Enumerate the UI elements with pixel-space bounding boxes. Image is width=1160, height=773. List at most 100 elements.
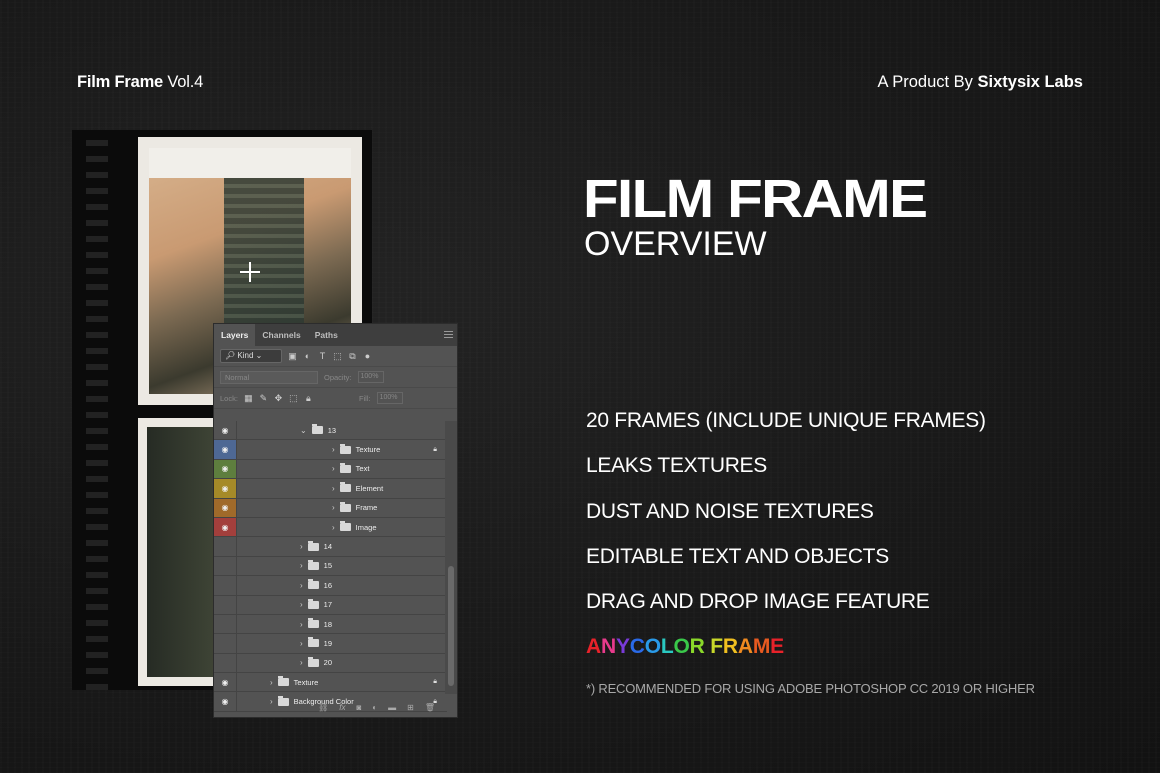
folder-icon [307,540,319,551]
visibility-toggle[interactable] [214,653,237,673]
folder-icon [339,482,351,493]
lock-all-icon[interactable]: 🔒︎ [304,393,313,403]
layer-row[interactable]: ◉ › Image [214,517,447,538]
chevron-down-icon[interactable]: ⌄ [300,426,307,435]
anycolor-letter: A [586,635,601,658]
folder-icon [339,462,351,473]
panel-menu-icon[interactable] [444,331,453,338]
new-layer-icon[interactable]: ⊞ [407,703,414,712]
opacity-field[interactable]: 100% [357,371,384,383]
chevron-right-icon[interactable]: › [270,678,273,687]
filter-row: 🔎︎ Kind ⌄ ▣ ◐ T ⬚ ⧉ ● [214,346,457,367]
smart-object-filter-icon[interactable]: ⧉ [348,351,357,361]
chevron-right-icon[interactable]: › [300,542,303,551]
chevron-right-icon[interactable]: › [300,600,303,609]
fill-field[interactable]: 100% [376,392,403,404]
image-filter-icon[interactable]: ▣ [288,351,297,361]
layer-row[interactable]: › 17 [214,595,447,615]
lock-transparent-icon[interactable]: ▦ [244,393,253,403]
layer-row[interactable]: ◉ › Texture 🔒︎ [214,673,447,693]
visibility-toggle[interactable] [214,614,237,634]
layer-group: › 20 [300,656,332,667]
eye-icon[interactable]: ◉ [214,459,237,479]
chevron-right-icon[interactable]: › [300,658,303,667]
scrollbar[interactable] [445,421,457,694]
eye-icon[interactable]: ◉ [214,440,237,459]
chevron-right-icon[interactable]: › [332,503,335,512]
anycolor-letter: F [710,635,723,658]
layer-name: 17 [323,600,333,610]
fill-label: Fill: [358,393,371,403]
layer-row[interactable]: › 14 [214,537,447,557]
eye-icon[interactable]: ◉ [214,498,237,517]
crosshair-cursor-icon [240,262,260,282]
anycolor-letter: R [722,635,738,658]
visibility-toggle[interactable] [214,634,237,653]
eye-icon[interactable]: ◉ [214,421,237,440]
layer-row[interactable]: ◉ › Texture 🔒︎ [214,440,447,460]
layer-row[interactable]: › 20 [214,653,447,674]
visibility-toggle[interactable] [214,576,237,595]
panel-tabs: Layers Channels Paths [214,324,457,346]
filter-toggle-icon[interactable]: ● [363,351,372,361]
adjustment-layer-icon[interactable]: ◐ [372,703,377,712]
eye-icon[interactable]: ◉ [214,517,237,537]
layer-row[interactable]: ◉ › Element [214,479,447,499]
anycolor-letter: L [660,635,674,658]
visibility-toggle[interactable] [214,556,237,576]
layer-name: Frame [355,503,378,513]
chevron-right-icon[interactable]: › [332,523,335,532]
anycolor-letter: N [600,635,616,658]
layer-group: › Image [332,521,377,532]
fx-icon[interactable]: fx [339,703,345,712]
tab-channels[interactable]: Channels [255,324,307,346]
layer-row[interactable]: › 15 [214,556,447,577]
chevron-right-icon[interactable]: › [300,581,303,590]
anycolor-letter: O [644,635,661,658]
lock-image-icon[interactable]: ✎ [259,393,268,403]
visibility-toggle[interactable] [214,537,237,556]
new-group-icon[interactable]: ▬ [388,703,396,712]
layer-row[interactable]: › 19 [214,634,447,654]
layer-row[interactable]: ◉ ⌄ 13 [214,421,447,441]
layer-name: Text [355,464,370,474]
layer-group: › 16 [300,579,332,590]
chevron-right-icon[interactable]: › [300,639,303,648]
type-filter-icon[interactable]: T [318,351,327,361]
layers-panel: Layers Channels Paths 🔎︎ Kind ⌄ ▣ ◐ T ⬚ … [213,323,458,718]
eye-icon[interactable]: ◉ [214,673,237,692]
layer-row[interactable]: › 18 [214,614,447,635]
scrollbar-thumb[interactable] [448,566,454,686]
chevron-right-icon[interactable]: › [332,484,335,493]
kind-filter-select[interactable]: 🔎︎ Kind ⌄ [220,349,282,363]
lock-position-icon[interactable]: ✥ [274,393,283,403]
chevron-right-icon[interactable]: › [332,464,335,473]
blend-mode-select[interactable]: Normal [220,370,318,384]
shape-filter-icon[interactable]: ⬚ [333,351,342,361]
mask-icon[interactable]: ◙ [356,703,361,712]
feature-item: DRAG AND DROP IMAGE FEATURE [586,590,930,614]
lock-artboard-icon[interactable]: ⬚ [289,393,298,403]
lock-icon: 🔒︎ [433,678,437,686]
layer-row[interactable]: › 16 [214,576,447,596]
layer-group: › 17 [300,598,333,610]
layer-group: › 18 [300,618,332,629]
layer-row[interactable]: ◉ › Text [214,459,447,480]
anycolor-letter: A [737,635,753,658]
chevron-right-icon[interactable]: › [300,561,303,570]
chevron-right-icon[interactable]: › [332,445,335,454]
tab-paths[interactable]: Paths [308,324,345,346]
folder-icon [307,618,319,629]
visibility-toggle[interactable] [214,595,237,614]
layer-row[interactable]: ◉ › Frame [214,498,447,518]
chevron-right-icon[interactable]: › [300,620,303,629]
tab-layers[interactable]: Layers [214,324,256,346]
brand-title: Film Frame Vol.4 [77,73,204,91]
layer-name: Texture [355,445,381,455]
adjustment-filter-icon[interactable]: ◐ [303,351,312,361]
link-layers-icon[interactable]: ⛓ [318,703,328,712]
eye-icon[interactable]: ◉ [214,479,237,498]
anycolor-letter: C [629,635,645,658]
trash-icon[interactable]: 🗑︎ [425,703,435,712]
layer-group: › 19 [300,637,332,648]
